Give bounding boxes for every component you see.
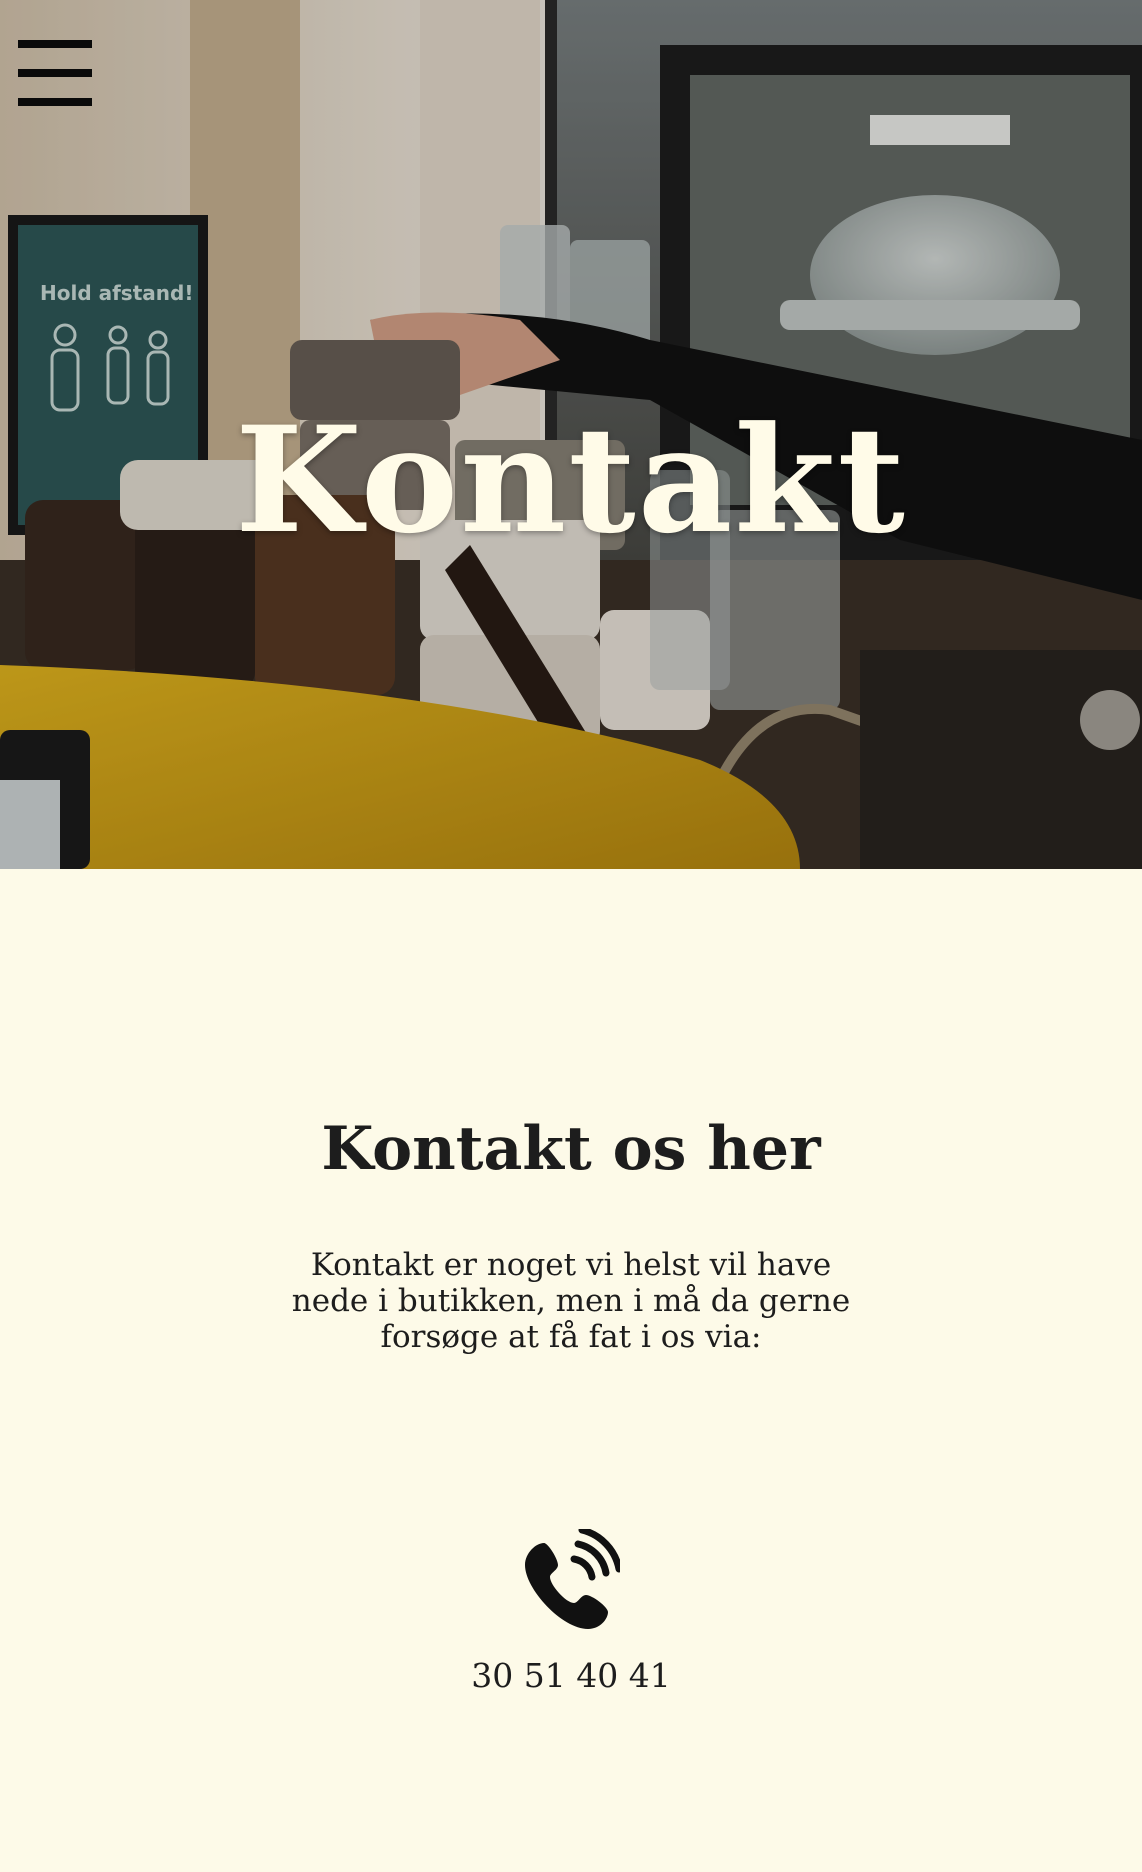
contact-section: Kontakt os her Kontakt er noget vi helst… [0, 869, 1142, 1872]
hero-title: Kontakt [235, 394, 907, 566]
contact-heading: Kontakt os her [321, 1114, 821, 1184]
hero-banner: Hold afstand! Kontakt [0, 0, 1142, 869]
phone-ringing-icon[interactable] [522, 1529, 620, 1633]
hamburger-menu-button[interactable] [18, 40, 92, 106]
contact-intro-text: Kontakt er noget vi helst vil have nede … [291, 1247, 851, 1355]
phone-number-link[interactable]: 30 51 40 41 [0, 1659, 1142, 1692]
